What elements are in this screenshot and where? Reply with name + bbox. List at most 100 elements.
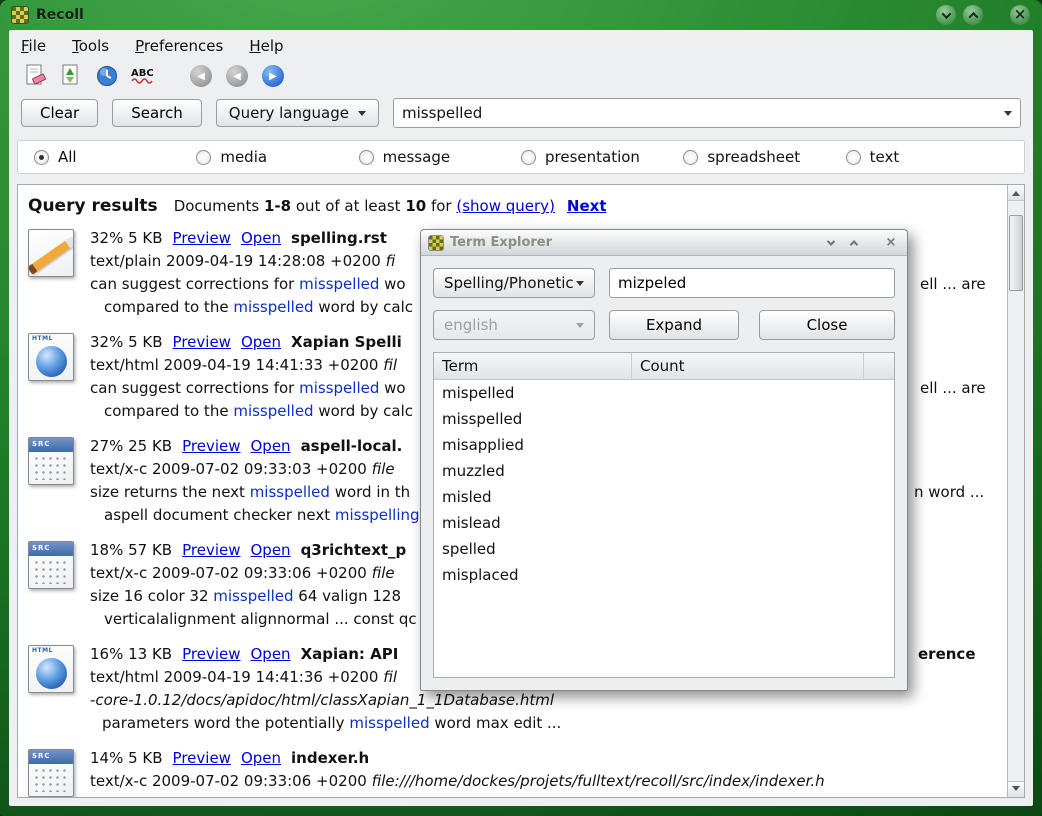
- scroll-up-button[interactable]: [1008, 185, 1024, 201]
- highlighted-term: misspelled: [233, 402, 313, 420]
- preview-link[interactable]: Preview: [182, 541, 240, 559]
- term-text: misled: [442, 488, 492, 506]
- text-segment: text/x-c 2009-07-02 09:33:06 +0200: [90, 564, 372, 582]
- menu-help[interactable]: Help: [249, 37, 283, 55]
- preview-link[interactable]: Preview: [182, 437, 240, 455]
- text-segment: file: [372, 460, 395, 478]
- term-explorer-button[interactable]: ABC: [129, 62, 157, 90]
- window-close-button[interactable]: ×: [1010, 5, 1030, 25]
- radio-icon[interactable]: [521, 150, 536, 165]
- next-page-button[interactable]: ▶: [259, 62, 287, 90]
- open-link[interactable]: Open: [241, 333, 281, 351]
- source-file-icon: [28, 541, 74, 589]
- filter-spreadsheet[interactable]: spreadsheet: [683, 148, 845, 166]
- filter-all[interactable]: All: [34, 148, 196, 166]
- term-row[interactable]: spelled: [434, 536, 894, 562]
- query-history-button[interactable]: [93, 62, 121, 90]
- prev-page-button[interactable]: ◀: [223, 62, 251, 90]
- result-head: 14% 5 KBPreviewOpenindexer.h: [90, 747, 1005, 770]
- scrollbar-track[interactable]: [1008, 201, 1024, 781]
- preview-link[interactable]: Preview: [173, 229, 231, 247]
- first-page-button[interactable]: ◀: [187, 62, 215, 90]
- column-header-count[interactable]: Count: [632, 353, 864, 379]
- dialog-row-top: Spelling/Phonetic: [433, 268, 895, 298]
- term-table: Term Count mispelledmisspelled misapplied…: [433, 352, 895, 678]
- query-dropdown-button[interactable]: [1004, 111, 1012, 120]
- column-header-term[interactable]: Term: [434, 353, 632, 379]
- html-file-icon: [28, 333, 74, 381]
- term-text: misapplied: [442, 436, 524, 454]
- results-scrollbar[interactable]: [1007, 185, 1024, 797]
- term-row[interactable]: misspelled: [434, 406, 894, 432]
- source-file-icon: [28, 749, 74, 797]
- window-maximize-button[interactable]: [963, 5, 983, 25]
- text-segment: wo: [379, 379, 405, 397]
- term-row[interactable]: misapplied: [434, 432, 894, 458]
- text-segment: size returns the next: [90, 483, 250, 501]
- text-segment: -core-1.0.12/docs/apidoc/html/classXapia…: [90, 691, 554, 709]
- clear-button[interactable]: Clear: [21, 99, 98, 127]
- radio-icon[interactable]: [359, 150, 374, 165]
- menu-file[interactable]: File: [21, 37, 46, 55]
- dialog-close-button[interactable]: ×: [883, 235, 899, 251]
- radio-icon[interactable]: [846, 150, 861, 165]
- text-segment: word max edit ...: [430, 714, 562, 732]
- filter-label: spreadsheet: [707, 148, 800, 166]
- filter-label: presentation: [545, 148, 640, 166]
- text-segment: compared to the: [104, 298, 233, 316]
- next-page-link[interactable]: Next: [567, 197, 607, 215]
- query-history-icon: [94, 63, 120, 89]
- text-segment: text/plain 2009-04-19 14:28:08 +0200: [90, 252, 386, 270]
- update-index-button[interactable]: [57, 62, 85, 90]
- open-link[interactable]: Open: [250, 645, 290, 663]
- category-filter-row: Allmediamessage presentation spreadsheet te…: [17, 140, 1025, 174]
- term-row[interactable]: mispelled: [434, 380, 894, 406]
- term-input[interactable]: [609, 268, 895, 298]
- preview-link[interactable]: Preview: [182, 645, 240, 663]
- window-shade-button[interactable]: [936, 5, 956, 25]
- result-text: 14% 5 KBPreviewOpenindexer.htext/x-c 200…: [90, 747, 1005, 797]
- close-icon: ×: [1014, 7, 1027, 22]
- dialog-maximize-button[interactable]: [846, 235, 862, 251]
- dialog-title: Term Explorer: [450, 235, 816, 250]
- scroll-down-button[interactable]: [1008, 781, 1024, 797]
- dialog-close-pushbutton[interactable]: Close: [759, 310, 895, 340]
- text-segment: erence: [918, 643, 976, 666]
- query-input[interactable]: [402, 104, 1004, 122]
- radio-icon[interactable]: [34, 150, 49, 165]
- menu-preferences[interactable]: Preferences: [135, 37, 223, 55]
- search-button[interactable]: Search: [112, 99, 202, 127]
- dialog-shade-button[interactable]: [823, 235, 839, 251]
- open-link[interactable]: Open: [241, 229, 281, 247]
- open-link[interactable]: Open: [250, 541, 290, 559]
- clear-search-button[interactable]: [21, 62, 49, 90]
- mode-combo[interactable]: Spelling/Phonetic: [433, 268, 595, 298]
- text-segment: 27% 25 KB: [90, 437, 172, 455]
- show-query-link[interactable]: (show query): [456, 197, 555, 215]
- text-segment: word by calc: [314, 402, 413, 420]
- term-row[interactable]: mislead: [434, 510, 894, 536]
- scrollbar-thumb[interactable]: [1009, 215, 1023, 291]
- filter-presentation[interactable]: presentation: [521, 148, 683, 166]
- result-title: Xapian Spelli: [291, 333, 402, 351]
- filter-label: text: [870, 148, 900, 166]
- term-row[interactable]: misled: [434, 484, 894, 510]
- term-row[interactable]: misplaced: [434, 562, 894, 588]
- term-row[interactable]: muzzled: [434, 458, 894, 484]
- filter-media[interactable]: media: [196, 148, 358, 166]
- update-index-icon: [58, 63, 84, 89]
- text-segment: ell ... are: [920, 377, 986, 400]
- dialog-body: Spelling/Phonetic english Expand Close T…: [421, 256, 907, 690]
- open-link[interactable]: Open: [241, 749, 281, 767]
- menu-tools[interactable]: Tools: [72, 37, 109, 55]
- expand-button[interactable]: Expand: [609, 310, 739, 340]
- filter-text[interactable]: text: [846, 148, 1008, 166]
- text-segment: parameters word the potentially: [102, 714, 349, 732]
- radio-icon[interactable]: [196, 150, 211, 165]
- query-language-combo[interactable]: Query language: [216, 99, 379, 127]
- radio-icon[interactable]: [683, 150, 698, 165]
- open-link[interactable]: Open: [250, 437, 290, 455]
- preview-link[interactable]: Preview: [173, 749, 231, 767]
- preview-link[interactable]: Preview: [173, 333, 231, 351]
- filter-message[interactable]: message: [359, 148, 521, 166]
